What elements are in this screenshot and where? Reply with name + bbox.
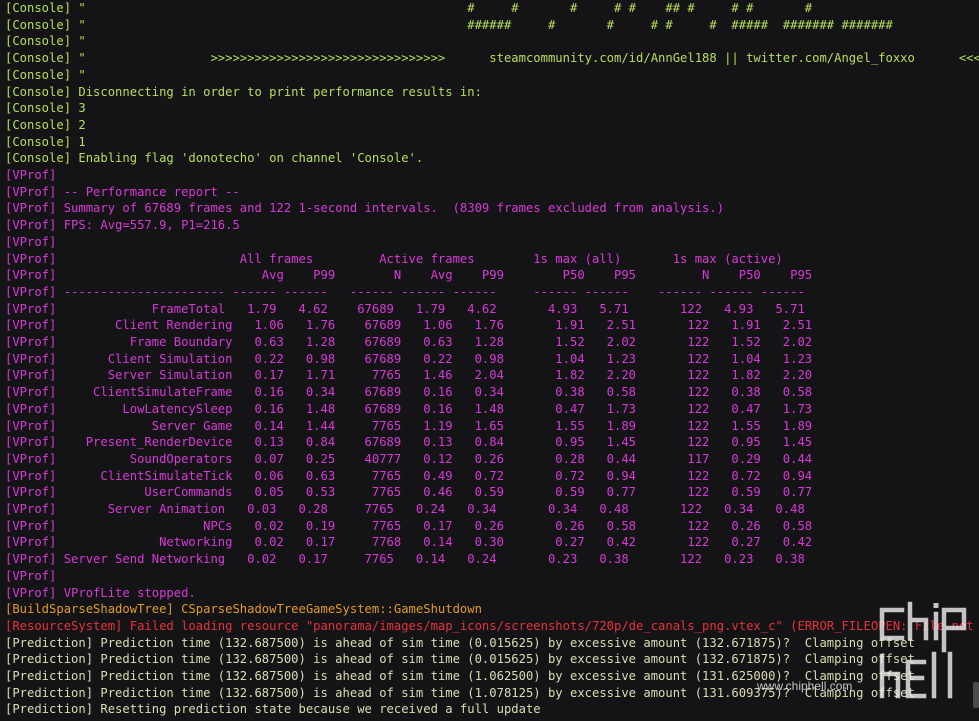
console-line-vprof: [VProf] Summary of 67689 frames and 122 … [5,201,725,216]
console-line-vprof: [VProf] Server Send Networking 0.02 0.17… [5,552,805,567]
console-line-vprof: [VProf] All frames Active frames 1s max … [5,251,783,266]
console-line-vprof: [VProf] Client Simulation 0.22 0.98 6768… [5,351,813,366]
console-line-console: [Console] " [5,67,86,82]
console-line-console: [Console] " [5,34,86,49]
console-line-vprof: [VProf] Server Simulation 0.17 1.71 7765… [5,368,813,383]
console-line-vprof: [VProf] ---------------------- ------ --… [5,284,805,299]
console-line-console: [Console] " ###### # # # # # ##### #####… [5,17,893,32]
console-line-console: [Console] 1 [5,134,86,149]
console-line-vprof: [VProf] UserCommands 0.05 0.53 7765 0.46… [5,485,813,500]
console-line-vprof: [VProf] LowLatencySleep 0.16 1.48 67689 … [5,401,813,416]
console-line-vprof: [VProf] Present_RenderDevice 0.13 0.84 6… [5,435,813,450]
console-output: [Console] " # # # # # ## # # # # [Console… [0,0,979,721]
console-line-shadow: [BuildSparseShadowTree] CSparseShadowTre… [5,602,482,617]
console-line-vprof: [VProf] -- Performance report -- [5,184,240,199]
console-line-vprof: [VProf] FrameTotal 1.79 4.62 67689 1.79 … [5,301,805,316]
console-line-vprof: [VProf] NPCs 0.02 0.19 7765 0.17 0.26 0.… [5,518,813,533]
console-line-vprof: [VProf] [5,234,57,249]
console-line-vprof: [VProf] Networking 0.02 0.17 7768 0.14 0… [5,535,813,550]
console-line-vprof: [VProf] ClientSimulateFrame 0.16 0.34 67… [5,385,813,400]
console-line-pred: [Prediction] Resetting prediction state … [5,702,541,717]
console-line-vprof: [VProf] VProfLite stopped. [5,585,196,600]
console-line-console: [Console] 3 [5,101,86,116]
scrollbar-thumb[interactable] [973,682,979,708]
console-line-pred: [Prediction] Prediction time (132.687500… [5,652,915,667]
console-line-console: [Console] 2 [5,117,86,132]
console-line-console: [Console] Disconnecting in order to prin… [5,84,482,99]
console-line-vprof: [VProf] ClientSimulateTick 0.06 0.63 776… [5,468,813,483]
console-line-vprof: [VProf] Server Animation 0.03 0.28 7765 … [5,502,805,516]
console-line-console: [Console] Enabling flag 'donotecho' on c… [5,151,424,166]
console-line-pred: [Prediction] Prediction time (132.687500… [5,635,915,650]
console-line-vprof: [VProf] FPS: Avg=557.9, P1=216.5 [5,218,240,233]
console-line-vprof: [VProf] SoundOperators 0.07 0.25 40777 0… [5,451,813,466]
console-line-vprof: [VProf] [5,168,57,182]
console-line-resource: [ResourceSystem] Failed loading resource… [5,618,979,633]
watermark-url: www.chiphell.com [757,679,853,693]
console-line-console: [Console] " >>>>>>>>>>>>>>>>>>>>>>>>>>>>… [5,51,979,66]
console-line-vprof: [VProf] Client Rendering 1.06 1.76 67689… [5,318,813,333]
console-line-vprof: [VProf] [5,568,57,583]
console-line-console: [Console] " # # # # # ## # # # # [5,1,813,15]
console-line-vprof: [VProf] Frame Boundary 0.63 1.28 67689 0… [5,335,813,349]
console-line-vprof: [VProf] Server Game 0.14 1.44 7765 1.19 … [5,418,813,433]
console-line-vprof: [VProf] Avg P99 N Avg P99 P50 P95 N P50 … [5,268,813,283]
